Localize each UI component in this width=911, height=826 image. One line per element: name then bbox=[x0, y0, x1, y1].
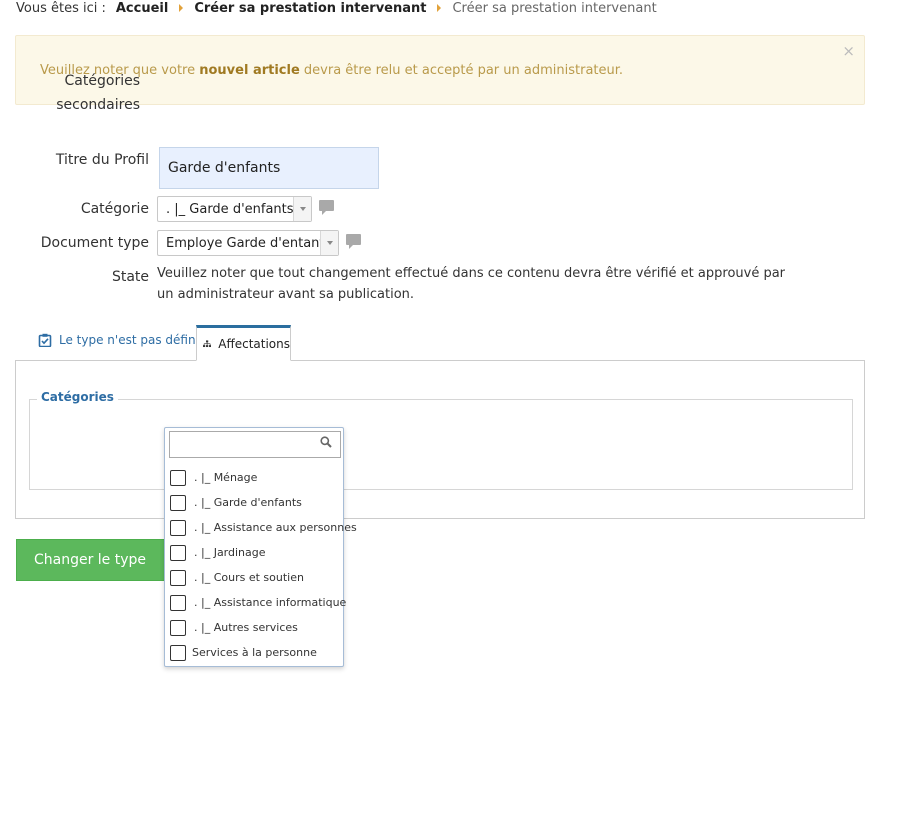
tab-type-undefined[interactable]: Le type n'est pas défini bbox=[38, 333, 199, 347]
title-input[interactable] bbox=[159, 147, 379, 189]
breadcrumb-separator-icon bbox=[179, 4, 184, 12]
breadcrumb-label: Vous êtes ici : bbox=[16, 0, 106, 16]
categories-fieldset: Catégories bbox=[29, 390, 853, 490]
checkbox[interactable] bbox=[170, 494, 186, 511]
secondary-categories-label: Catégories secondaires bbox=[40, 69, 140, 117]
checkbox[interactable] bbox=[170, 544, 186, 561]
comment-icon[interactable] bbox=[319, 200, 334, 215]
tab-label: Affectations bbox=[218, 337, 290, 351]
category-select-value: . |_ Garde d'enfants bbox=[166, 201, 293, 217]
state-text: Veuillez noter que tout changement effec… bbox=[157, 266, 786, 302]
option-label: . |_ Assistance aux personnes bbox=[194, 521, 357, 534]
option-label: Services à la personne bbox=[192, 646, 317, 659]
breadcrumb-current: Créer sa prestation intervenant bbox=[452, 0, 657, 16]
dropdown-option[interactable]: . |_ Garde d'enfants bbox=[165, 490, 343, 515]
checkbox[interactable] bbox=[170, 644, 186, 661]
categories-dropdown[interactable]: . |_ Ménage . |_ Garde d'enfants . |_ As… bbox=[164, 427, 357, 667]
category-select[interactable]: . |_ Garde d'enfants bbox=[157, 196, 312, 222]
breadcrumb: Vous êtes ici : Accueil Créer sa prestat… bbox=[16, 0, 657, 16]
option-label: . |_ Autres services bbox=[194, 621, 298, 634]
option-label: . |_ Cours et soutien bbox=[194, 571, 304, 584]
state-label: State bbox=[111, 269, 149, 285]
dropdown-option[interactable]: . |_ Ménage bbox=[165, 465, 343, 490]
dropdown-option[interactable]: . |_ Assistance aux personnes bbox=[165, 515, 357, 540]
label-line: secondaires bbox=[56, 97, 140, 113]
fieldset-legend: Catégories bbox=[37, 390, 118, 404]
doctype-select[interactable]: Employe Garde d'entant bbox=[157, 230, 339, 256]
chevron-down-icon bbox=[320, 231, 338, 255]
checkbox[interactable] bbox=[170, 569, 186, 586]
dropdown-option[interactable]: . |_ Autres services bbox=[165, 615, 343, 640]
tab-panel: Catégories bbox=[15, 360, 865, 519]
close-icon[interactable]: × bbox=[842, 44, 855, 59]
info-alert: Veuillez noter que votre nouvel article … bbox=[15, 35, 865, 105]
checklist-icon bbox=[38, 333, 52, 347]
dropdown-option[interactable]: Services à la personne bbox=[165, 640, 343, 665]
breadcrumb-separator-icon bbox=[437, 4, 442, 12]
dropdown-list: . |_ Ménage . |_ Garde d'enfants . |_ As… bbox=[165, 465, 357, 665]
dropdown-option[interactable]: . |_ Cours et soutien bbox=[165, 565, 343, 590]
title-label: Titre du Profil bbox=[55, 152, 149, 168]
change-type-button[interactable]: Changer le type bbox=[16, 539, 166, 581]
sitemap-icon bbox=[203, 340, 212, 348]
checkbox[interactable] bbox=[170, 469, 186, 486]
checkbox[interactable] bbox=[170, 519, 186, 536]
doctype-label: Document type bbox=[40, 235, 149, 251]
tab-label: Le type n'est pas défini bbox=[59, 333, 199, 347]
search-icon bbox=[320, 436, 332, 448]
category-label: Catégorie bbox=[80, 201, 149, 217]
option-label: . |_ Assistance informatique bbox=[194, 596, 347, 609]
comment-icon[interactable] bbox=[346, 234, 361, 249]
checkbox[interactable] bbox=[170, 619, 186, 636]
dropdown-search-input[interactable] bbox=[169, 431, 341, 458]
option-label: . |_ Ménage bbox=[194, 471, 258, 484]
dropdown-option[interactable]: . |_ Jardinage bbox=[165, 540, 343, 565]
doctype-select-value: Employe Garde d'entant bbox=[166, 235, 320, 251]
breadcrumb-link-home[interactable]: Accueil bbox=[116, 1, 168, 16]
tab-affectations[interactable]: Affectations bbox=[196, 325, 291, 361]
breadcrumb-link-create[interactable]: Créer sa prestation intervenant bbox=[194, 1, 426, 16]
chevron-down-icon bbox=[293, 197, 311, 221]
label-line: Catégories bbox=[64, 73, 140, 89]
alert-text-highlight: nouvel article bbox=[199, 63, 300, 78]
option-label: . |_ Jardinage bbox=[194, 546, 266, 559]
option-label: . |_ Garde d'enfants bbox=[194, 496, 302, 509]
checkbox[interactable] bbox=[170, 594, 186, 611]
dropdown-option[interactable]: . |_ Assistance informatique bbox=[165, 590, 347, 615]
alert-text-suffix: devra être relu et accepté par un admini… bbox=[299, 63, 624, 78]
